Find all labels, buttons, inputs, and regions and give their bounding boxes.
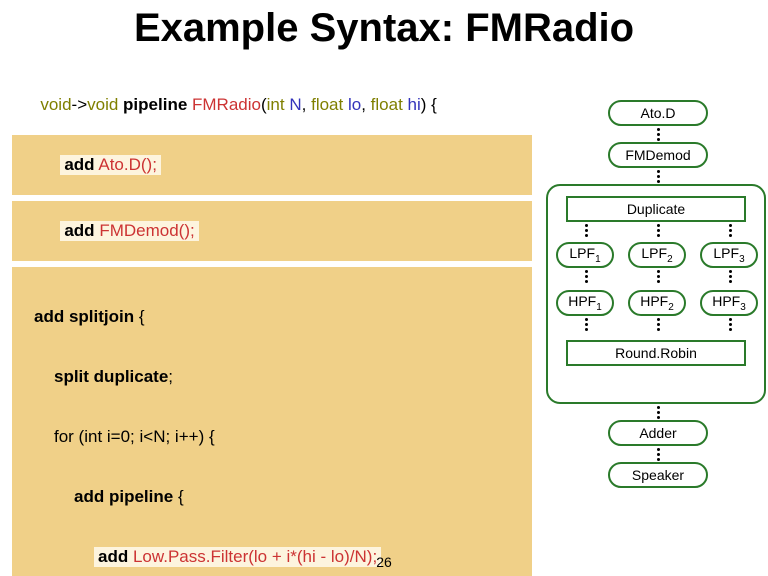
node-lpf3: LPF3 (700, 242, 758, 268)
slide-title: Example Syntax: FMRadio (0, 6, 768, 51)
node-atod: Ato.D (608, 100, 708, 126)
node-adder: Adder (608, 420, 708, 446)
node-hpf3: HPF3 (700, 290, 758, 316)
type: void (87, 95, 118, 114)
page-number: 26 (0, 554, 768, 570)
code-splitjoin-block: add splitjoin { split duplicate; for (in… (12, 267, 532, 576)
node-fmdemod: FMDemod (608, 142, 708, 168)
node-speaker: Speaker (608, 462, 708, 488)
node-roundrobin: Round.Robin (566, 340, 746, 366)
code-line: add FMDemod(); (12, 201, 532, 261)
node-hpf1: HPF1 (556, 290, 614, 316)
node-lpf1: LPF1 (556, 242, 614, 268)
kw-pipeline: pipeline (123, 95, 187, 114)
arrow: -> (72, 95, 88, 114)
node-hpf2: HPF2 (628, 290, 686, 316)
node-lpf2: LPF2 (628, 242, 686, 268)
code-signature: void->void pipeline FMRadio(int N, float… (12, 75, 532, 135)
code-block: void->void pipeline FMRadio(int N, float… (12, 75, 532, 576)
code-line: add Ato.D(); (12, 135, 532, 195)
type: void (40, 95, 71, 114)
node-duplicate: Duplicate (566, 196, 746, 222)
pipeline-diagram: Ato.D FMDemod Duplicate LPF1 LPF2 LPF3 H… (554, 100, 762, 560)
slide: Example Syntax: FMRadio void->void pipel… (0, 0, 768, 576)
fn-name: FMRadio (192, 95, 261, 114)
